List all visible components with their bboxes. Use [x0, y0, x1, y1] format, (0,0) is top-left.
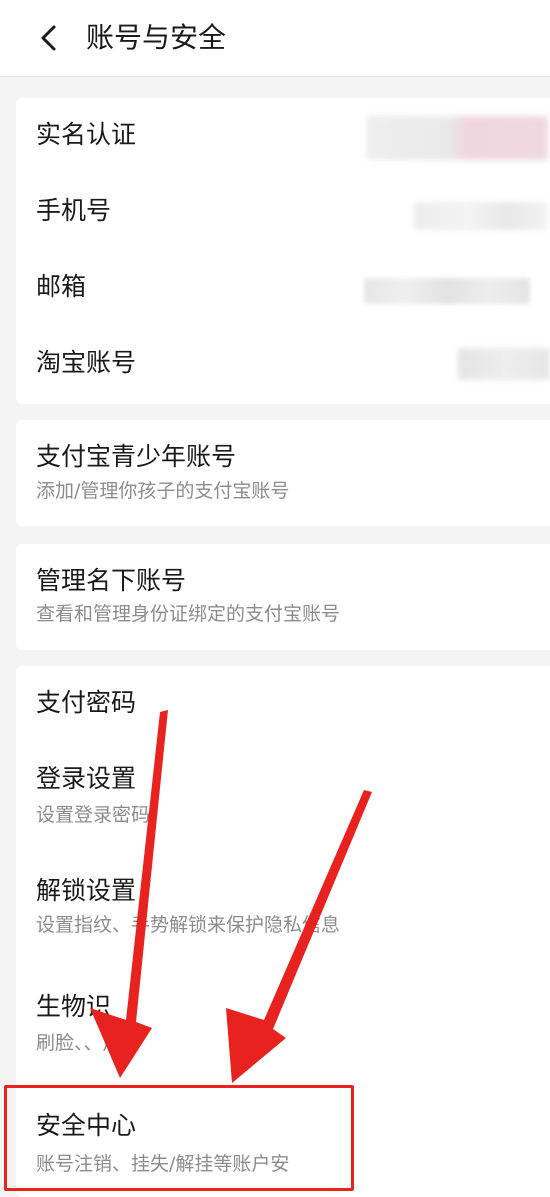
real-name-label: 实名认证 [36, 120, 137, 149]
login-settings-sub: 设置登录密码 [36, 804, 151, 826]
row-phone[interactable]: 手机号 [16, 174, 550, 250]
payment-password-label: 支付密码 [36, 688, 137, 717]
identity-section: 实名认证 手机号 邮箱 淘宝账号 [16, 98, 550, 404]
row-payment-password[interactable]: 支付密码 [16, 666, 550, 742]
highlight-box-security-center [4, 1085, 354, 1191]
biometrics-sub: 刷脸、、声音 [36, 1032, 141, 1054]
unlock-settings-label: 解锁设置 [36, 876, 137, 905]
teen-account-sub: 添加/管理你孩子的支付宝账号 [36, 480, 290, 502]
row-login-settings[interactable]: 登录设置 设置登录密码 [16, 742, 550, 850]
masked-value [458, 348, 550, 380]
manage-accounts-section[interactable]: 管理名下账号 查看和管理身份证绑定的支付宝账号 [16, 544, 550, 650]
chevron-left-icon[interactable] [36, 24, 64, 52]
login-settings-label: 登录设置 [36, 764, 137, 793]
row-unlock-settings[interactable]: 解锁设置 设置指纹、手势解锁来保护隐私信息 [16, 850, 550, 960]
nav-header: 账号与安全 [0, 0, 550, 77]
masked-value [364, 278, 530, 304]
teen-account-label: 支付宝青少年账号 [36, 442, 237, 471]
biometrics-label: 生物识 [36, 992, 112, 1021]
page-title: 账号与安全 [86, 21, 227, 54]
unlock-settings-sub: 设置指纹、手势解锁来保护隐私信息 [36, 914, 341, 936]
manage-accounts-sub: 查看和管理身份证绑定的支付宝账号 [36, 603, 341, 625]
masked-value [366, 116, 548, 160]
row-taobao[interactable]: 淘宝账号 [16, 326, 550, 404]
teen-account-section[interactable]: 支付宝青少年账号 添加/管理你孩子的支付宝账号 [16, 420, 550, 526]
row-biometrics[interactable]: 生物识 刷脸、、声音 [16, 960, 550, 1082]
phone-label: 手机号 [36, 196, 112, 225]
masked-value [414, 202, 548, 230]
row-email[interactable]: 邮箱 [16, 250, 550, 326]
email-label: 邮箱 [36, 272, 87, 301]
taobao-label: 淘宝账号 [36, 348, 137, 377]
row-real-name[interactable]: 实名认证 [16, 98, 550, 174]
manage-accounts-label: 管理名下账号 [36, 566, 187, 595]
